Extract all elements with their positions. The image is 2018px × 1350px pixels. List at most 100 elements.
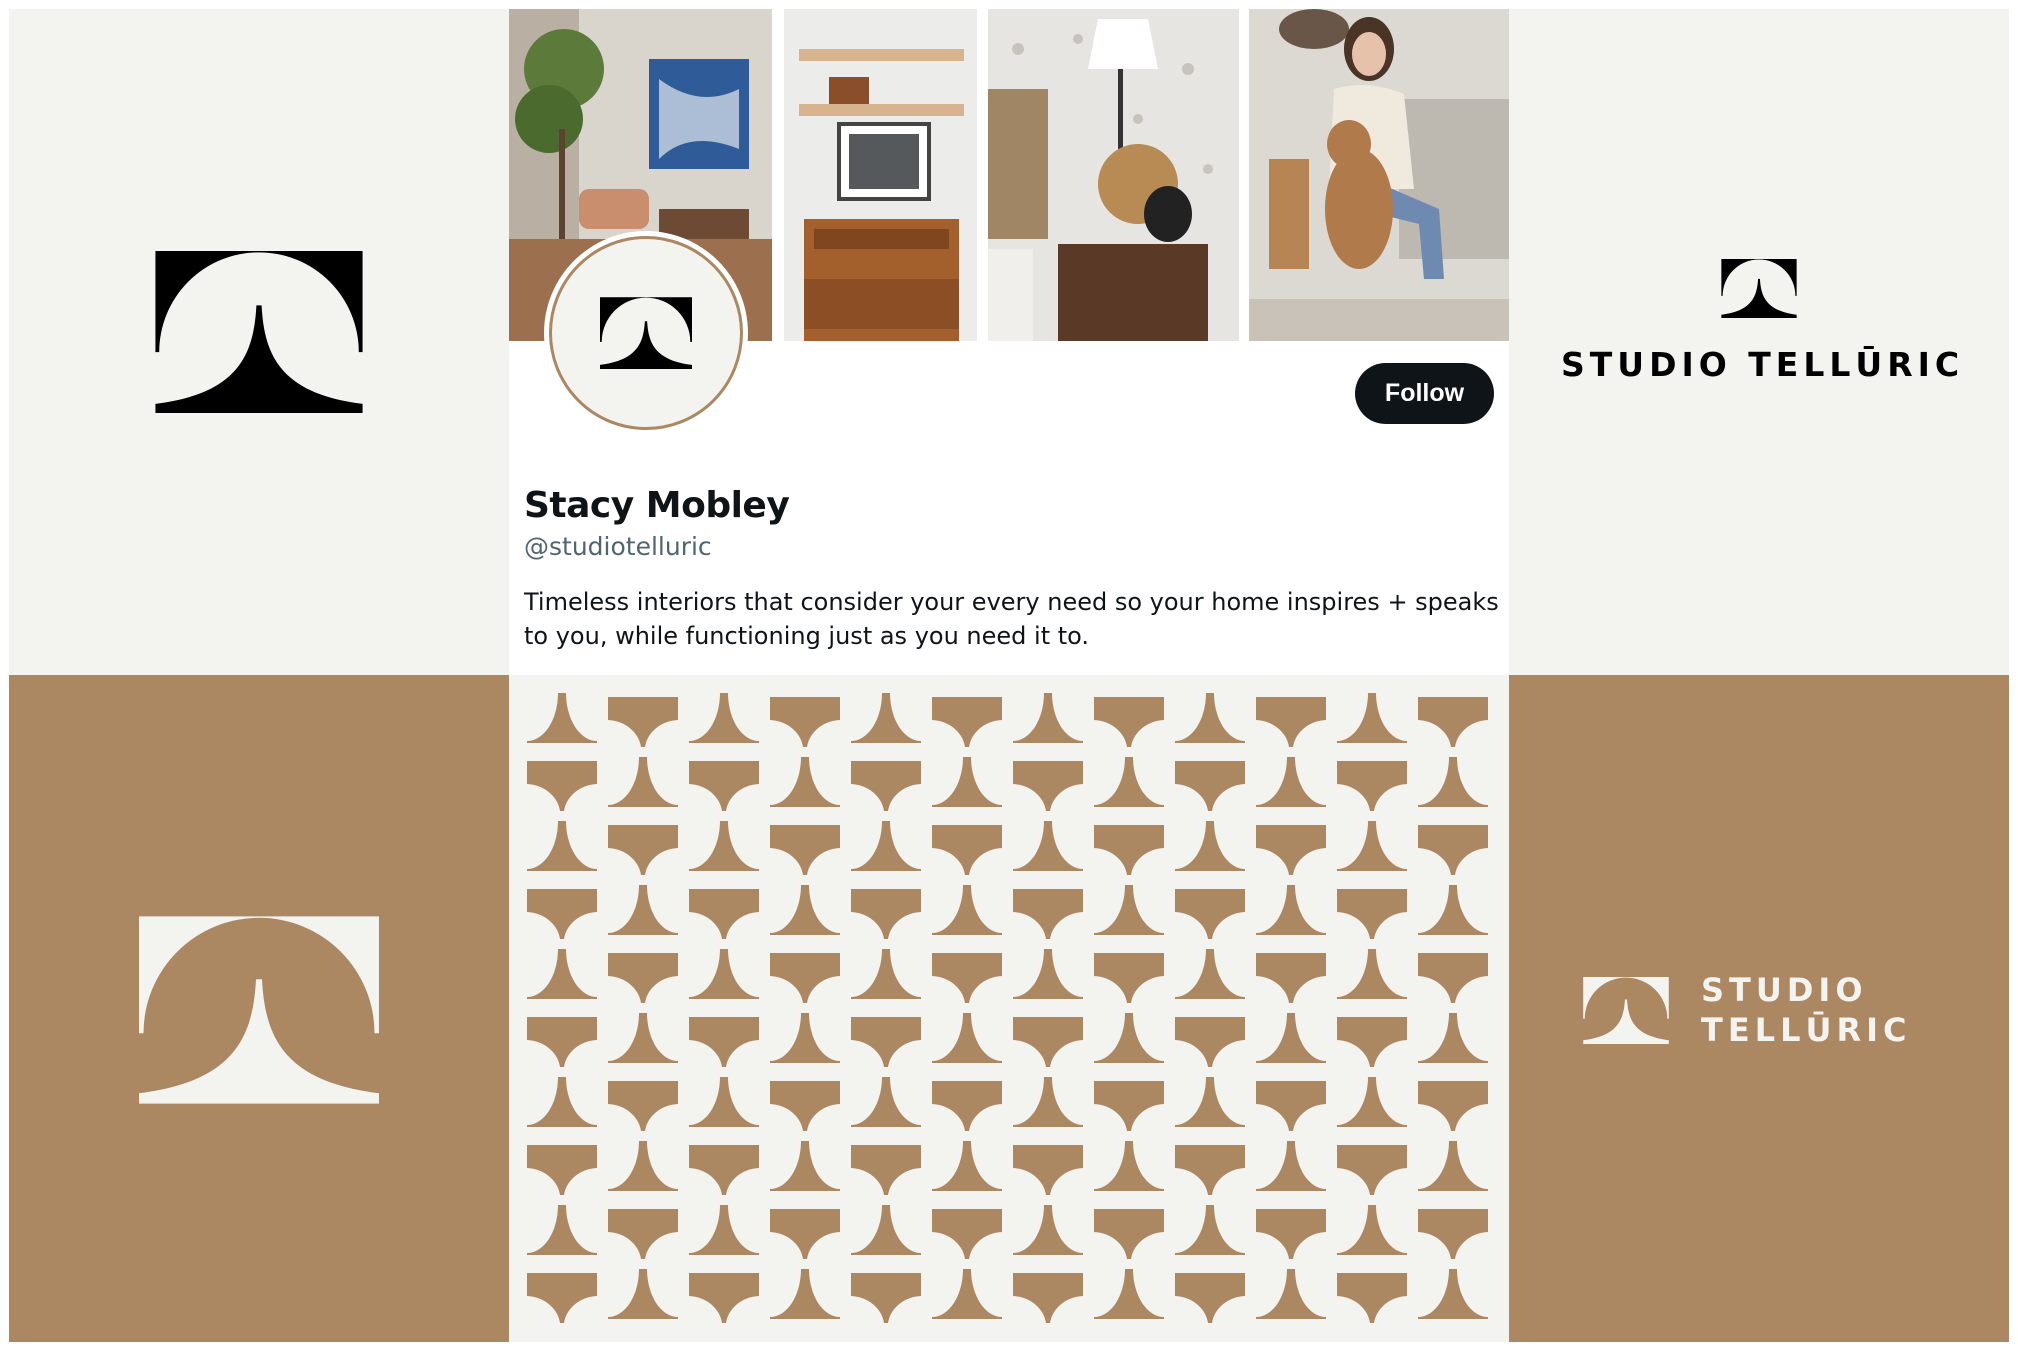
pattern-tile <box>1175 1269 1245 1323</box>
pattern-tile <box>527 821 597 875</box>
pattern-tile <box>770 1269 840 1323</box>
pattern-tile <box>770 1205 840 1259</box>
pattern-tile <box>689 1077 759 1131</box>
pattern-tile <box>1337 949 1407 1003</box>
pattern-tile <box>851 757 921 811</box>
pattern-tile <box>770 949 840 1003</box>
brand-panel-bottom-right: STUDIO TELLŪRIC <box>1509 675 2009 1342</box>
pattern-tile <box>1256 1269 1326 1323</box>
brand-panel-bottom-left <box>9 675 509 1342</box>
pattern-tile <box>608 1013 678 1067</box>
pattern-tile <box>689 757 759 811</box>
pattern-tile <box>1094 1269 1164 1323</box>
pattern-tile <box>932 1141 1002 1195</box>
telluric-mark-icon <box>155 251 363 413</box>
pattern-tile <box>1175 757 1245 811</box>
profile-bio: Timeless interiors that consider your ev… <box>524 588 1499 650</box>
pattern-tile <box>1418 757 1488 811</box>
pattern-tile <box>689 1269 759 1323</box>
pattern-tile <box>608 821 678 875</box>
pattern-tile <box>1013 885 1083 939</box>
pattern-tile <box>851 949 921 1003</box>
pattern-tile <box>689 1205 759 1259</box>
pattern-tile <box>1013 1141 1083 1195</box>
pattern-tile <box>851 821 921 875</box>
pattern-tile <box>689 821 759 875</box>
pattern-tile <box>1337 1205 1407 1259</box>
pattern-tile <box>851 1013 921 1067</box>
pattern-tile <box>1256 693 1326 747</box>
pattern-tile <box>1337 1077 1407 1131</box>
pattern-tile <box>1175 821 1245 875</box>
pattern-tile <box>527 949 597 1003</box>
pattern-tile <box>1175 885 1245 939</box>
pattern-tile <box>770 693 840 747</box>
pattern-tile <box>1013 1205 1083 1259</box>
pattern-tile <box>608 1141 678 1195</box>
profile-handle[interactable]: @studiotelluric <box>524 532 712 561</box>
pattern-tile <box>1094 949 1164 1003</box>
pattern-tile <box>608 1269 678 1323</box>
pattern-tile <box>1418 949 1488 1003</box>
pattern-tile <box>1175 1013 1245 1067</box>
avatar[interactable] <box>544 231 748 435</box>
pattern-tile <box>527 1077 597 1131</box>
pattern-tile <box>1256 757 1326 811</box>
brand-pattern-panel <box>509 675 1509 1342</box>
pattern-tile <box>932 1077 1002 1131</box>
pattern-tile <box>689 885 759 939</box>
pattern-tile <box>851 1205 921 1259</box>
pattern-tile <box>527 1013 597 1067</box>
brand-wordmark-line2: TELLŪRIC <box>1701 1011 1912 1049</box>
brand-wordmark-line1: STUDIO <box>1701 971 1868 1009</box>
pattern-tile <box>1094 693 1164 747</box>
pattern-tile <box>1418 1269 1488 1323</box>
pattern-tile <box>1094 757 1164 811</box>
pattern-tile <box>932 821 1002 875</box>
pattern-tile <box>851 1269 921 1323</box>
pattern-tile <box>1337 1269 1407 1323</box>
pattern-tile <box>1175 1141 1245 1195</box>
pattern-tile <box>1094 821 1164 875</box>
pattern-tile <box>932 1013 1002 1067</box>
brand-panel-top-left <box>9 9 509 675</box>
pattern-tile <box>689 1013 759 1067</box>
pattern-tile <box>1256 1205 1326 1259</box>
pattern-tile <box>1418 1141 1488 1195</box>
telluric-mark-icon <box>1721 259 1797 318</box>
pattern-tile <box>932 1269 1002 1323</box>
pattern-tile <box>1094 1141 1164 1195</box>
avatar-frame <box>549 236 743 430</box>
pattern-tile <box>608 1077 678 1131</box>
pattern-tile <box>1013 1013 1083 1067</box>
header-photo-portrait <box>1249 9 1509 341</box>
header-photo-nightstand <box>988 9 1239 341</box>
pattern-tile <box>1256 949 1326 1003</box>
profile-display-name: Stacy Mobley <box>524 485 790 526</box>
telluric-mark-icon <box>139 916 379 1104</box>
pattern-tile <box>1418 693 1488 747</box>
pattern-tile <box>1418 1077 1488 1131</box>
profile-card: Follow Stacy Mobley @studiotelluric Time… <box>509 9 1509 675</box>
pattern-tile <box>1337 1141 1407 1195</box>
pattern-tile <box>608 757 678 811</box>
pattern-tile <box>1175 1205 1245 1259</box>
pattern-tile <box>1013 821 1083 875</box>
pattern-tile <box>527 757 597 811</box>
pattern-tile <box>1337 757 1407 811</box>
pattern-tile <box>770 1013 840 1067</box>
pattern-tile <box>932 949 1002 1003</box>
pattern-tile <box>1337 885 1407 939</box>
pattern-tile <box>608 693 678 747</box>
pattern-tile <box>1337 1013 1407 1067</box>
pattern-tile <box>1256 1013 1326 1067</box>
pattern-tile <box>1013 693 1083 747</box>
pattern-tile <box>1418 1205 1488 1259</box>
pattern-tile <box>1013 757 1083 811</box>
pattern-tile <box>770 821 840 875</box>
pattern-tile <box>608 1205 678 1259</box>
pattern-tile <box>851 1141 921 1195</box>
pattern-tile <box>770 885 840 939</box>
follow-button[interactable]: Follow <box>1355 363 1494 424</box>
pattern-tile <box>1175 949 1245 1003</box>
